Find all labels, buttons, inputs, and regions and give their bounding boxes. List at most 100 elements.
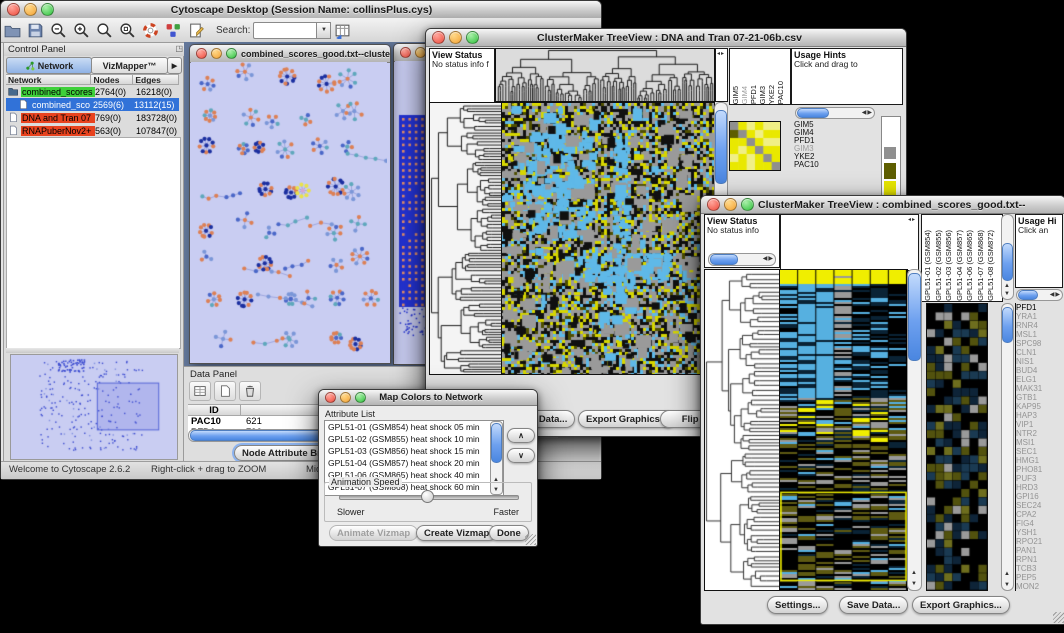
- move-down-button[interactable]: ∨: [507, 448, 535, 463]
- gene-label[interactable]: PFD1: [1016, 303, 1064, 312]
- zoom-window-icon[interactable]: [741, 198, 754, 211]
- new-attr-icon[interactable]: [214, 381, 236, 401]
- heatmap-canvas[interactable]: [501, 102, 715, 375]
- heatmap-canvas[interactable]: [779, 269, 908, 591]
- close-icon[interactable]: [400, 47, 411, 58]
- gene-label[interactable]: KAP95: [1016, 402, 1064, 411]
- minimize-icon[interactable]: [449, 31, 462, 44]
- network-graph-canvas[interactable]: [191, 62, 387, 361]
- scroll-arrows-icon[interactable]: ◀▶: [862, 110, 873, 116]
- zoom-window-icon[interactable]: [466, 31, 479, 44]
- zoom-fit-icon[interactable]: [93, 20, 116, 41]
- scroll-down-icon[interactable]: ▼: [1004, 291, 1011, 297]
- scroll-arrows-icon[interactable]: ◂▸: [908, 217, 916, 223]
- scroll-up-icon[interactable]: ▲: [911, 570, 918, 576]
- gene-label[interactable]: YSH1: [1016, 528, 1064, 537]
- gene-label[interactable]: GPI16: [1016, 492, 1064, 501]
- heatmap-vscrollbar[interactable]: ▲ ▼: [907, 269, 922, 591]
- zoom-out-icon[interactable]: [47, 20, 70, 41]
- scrollbar-thumb[interactable]: [715, 110, 727, 184]
- gene-label[interactable]: FIG4: [1016, 519, 1064, 528]
- scrollbar-thumb[interactable]: [491, 423, 502, 463]
- column-label[interactable]: GPL51-04 (GSM857): [956, 230, 967, 301]
- attribute-list-item[interactable]: GPL51-02 (GSM855) heat shock 10 min: [325, 433, 503, 445]
- network-tree-row[interactable]: RNAPuberNov2+563(0)107847(0): [6, 124, 179, 137]
- view-status-hscrollbar[interactable]: ◀▶: [708, 253, 776, 266]
- gene-label[interactable]: MSI1: [1016, 438, 1064, 447]
- zoom-window-icon[interactable]: [41, 3, 54, 16]
- zoom-window-icon[interactable]: [226, 48, 237, 59]
- close-icon[interactable]: [325, 392, 336, 403]
- column-header-network[interactable]: Network: [6, 74, 91, 85]
- column-label[interactable]: GIM4: [741, 86, 750, 104]
- usage-hints-hscrollbar[interactable]: ◀▶: [795, 107, 875, 119]
- close-icon[interactable]: [707, 198, 720, 211]
- column-label[interactable]: GPL51-06 (GSM865): [966, 230, 977, 301]
- network-tree-row[interactable]: combined_sco2569(6)13112(15): [6, 98, 179, 111]
- column-label[interactable]: GPL51-02 (GSM855): [935, 230, 946, 301]
- scrollbar-thumb[interactable]: [797, 108, 829, 118]
- delete-attr-icon[interactable]: [239, 381, 261, 401]
- dialog-title-bar[interactable]: Map Colors to Network: [319, 390, 537, 406]
- tab-vizmapper[interactable]: VizMapper™: [91, 57, 168, 74]
- treeview1-title-bar[interactable]: ClusterMaker TreeView : DNA and Tran 07-…: [426, 29, 906, 47]
- treeview2-title-bar[interactable]: ClusterMaker TreeView : combined_scores_…: [701, 196, 1064, 214]
- column-label[interactable]: GPL51-03 (GSM856): [945, 230, 956, 301]
- float-panel-icon[interactable]: ◳: [175, 44, 183, 53]
- zoom-window-icon[interactable]: [355, 392, 366, 403]
- save-data-button[interactable]: Save Data...: [839, 596, 908, 614]
- gene-label[interactable]: HAP3: [1016, 411, 1064, 420]
- create-vizmap-button[interactable]: Create Vizmap: [416, 525, 497, 541]
- search-dropdown-icon[interactable]: ▼: [317, 22, 331, 39]
- panel-splitter[interactable]: [6, 348, 179, 353]
- network-tree-row[interactable]: combined_scores2764(0)16218(0): [6, 85, 179, 98]
- minimize-icon[interactable]: [724, 198, 737, 211]
- settings-button[interactable]: Settings...: [767, 596, 828, 614]
- close-icon[interactable]: [432, 31, 445, 44]
- gene-label[interactable]: RPN1: [1016, 555, 1064, 564]
- gene-label[interactable]: CPA2: [1016, 510, 1064, 519]
- gene-label[interactable]: CLN1: [1016, 348, 1064, 357]
- gene-label[interactable]: TCB3: [1016, 564, 1064, 573]
- network-view-window[interactable]: combined_scores_good.txt--cluste...: [189, 44, 391, 364]
- gene-label[interactable]: HRD3: [1016, 483, 1064, 492]
- zoom-in-icon[interactable]: [70, 20, 93, 41]
- row-dendrogram-canvas[interactable]: [704, 269, 781, 591]
- tab-network[interactable]: Network: [6, 57, 92, 74]
- gene-label[interactable]: MAK31: [1016, 384, 1064, 393]
- gene-label[interactable]: VIP1: [1016, 420, 1064, 429]
- minimize-icon[interactable]: [24, 3, 37, 16]
- network-tree-row[interactable]: DNA and Tran 07769(0)183728(0): [6, 111, 179, 124]
- scrollbar-thumb[interactable]: [908, 273, 921, 361]
- dendrogram-scroll-strip[interactable]: ◂▸: [715, 48, 728, 102]
- resize-grip[interactable]: [525, 534, 536, 545]
- close-icon[interactable]: [196, 48, 207, 59]
- zoom-matrix-canvas[interactable]: [729, 121, 781, 171]
- column-label[interactable]: PAC10: [777, 81, 786, 104]
- column-header-nodes[interactable]: Nodes: [91, 74, 133, 85]
- open-folder-icon[interactable]: [1, 20, 24, 41]
- network-overview-canvas[interactable]: [10, 354, 178, 460]
- attribute-list-item[interactable]: GPL51-01 (GSM854) heat shock 05 min: [325, 421, 503, 433]
- minimize-icon[interactable]: [211, 48, 222, 59]
- gene-label[interactable]: RPO21: [1016, 537, 1064, 546]
- done-button[interactable]: Done: [489, 525, 529, 541]
- scroll-arrows-icon[interactable]: ◀▶: [1050, 292, 1061, 298]
- column-dendrogram-canvas[interactable]: [495, 48, 715, 102]
- scrollbar-thumb[interactable]: [1002, 307, 1013, 343]
- minimize-icon[interactable]: [340, 392, 351, 403]
- scroll-arrows-icon[interactable]: ◀▶: [763, 256, 774, 262]
- scroll-up-icon[interactable]: ▲: [1004, 283, 1011, 289]
- gene-label[interactable]: HMG1: [1016, 456, 1064, 465]
- gene-label[interactable]: SEC24: [1016, 501, 1064, 510]
- search-input[interactable]: [253, 22, 317, 39]
- move-up-button[interactable]: ∧: [507, 428, 535, 443]
- attribute-list-item[interactable]: GPL51-04 (GSM857) heat shock 20 min: [325, 457, 503, 469]
- gene-label[interactable]: ELG1: [1016, 375, 1064, 384]
- resize-grip[interactable]: [1053, 612, 1064, 623]
- gene-label[interactable]: RNR4: [1016, 321, 1064, 330]
- column-label[interactable]: GPL51-07 (GSM868): [977, 230, 988, 301]
- column-label[interactable]: GPL51-08 (GSM872): [987, 230, 998, 301]
- gene-label[interactable]: GTB1: [1016, 393, 1064, 402]
- save-icon[interactable]: [24, 20, 47, 41]
